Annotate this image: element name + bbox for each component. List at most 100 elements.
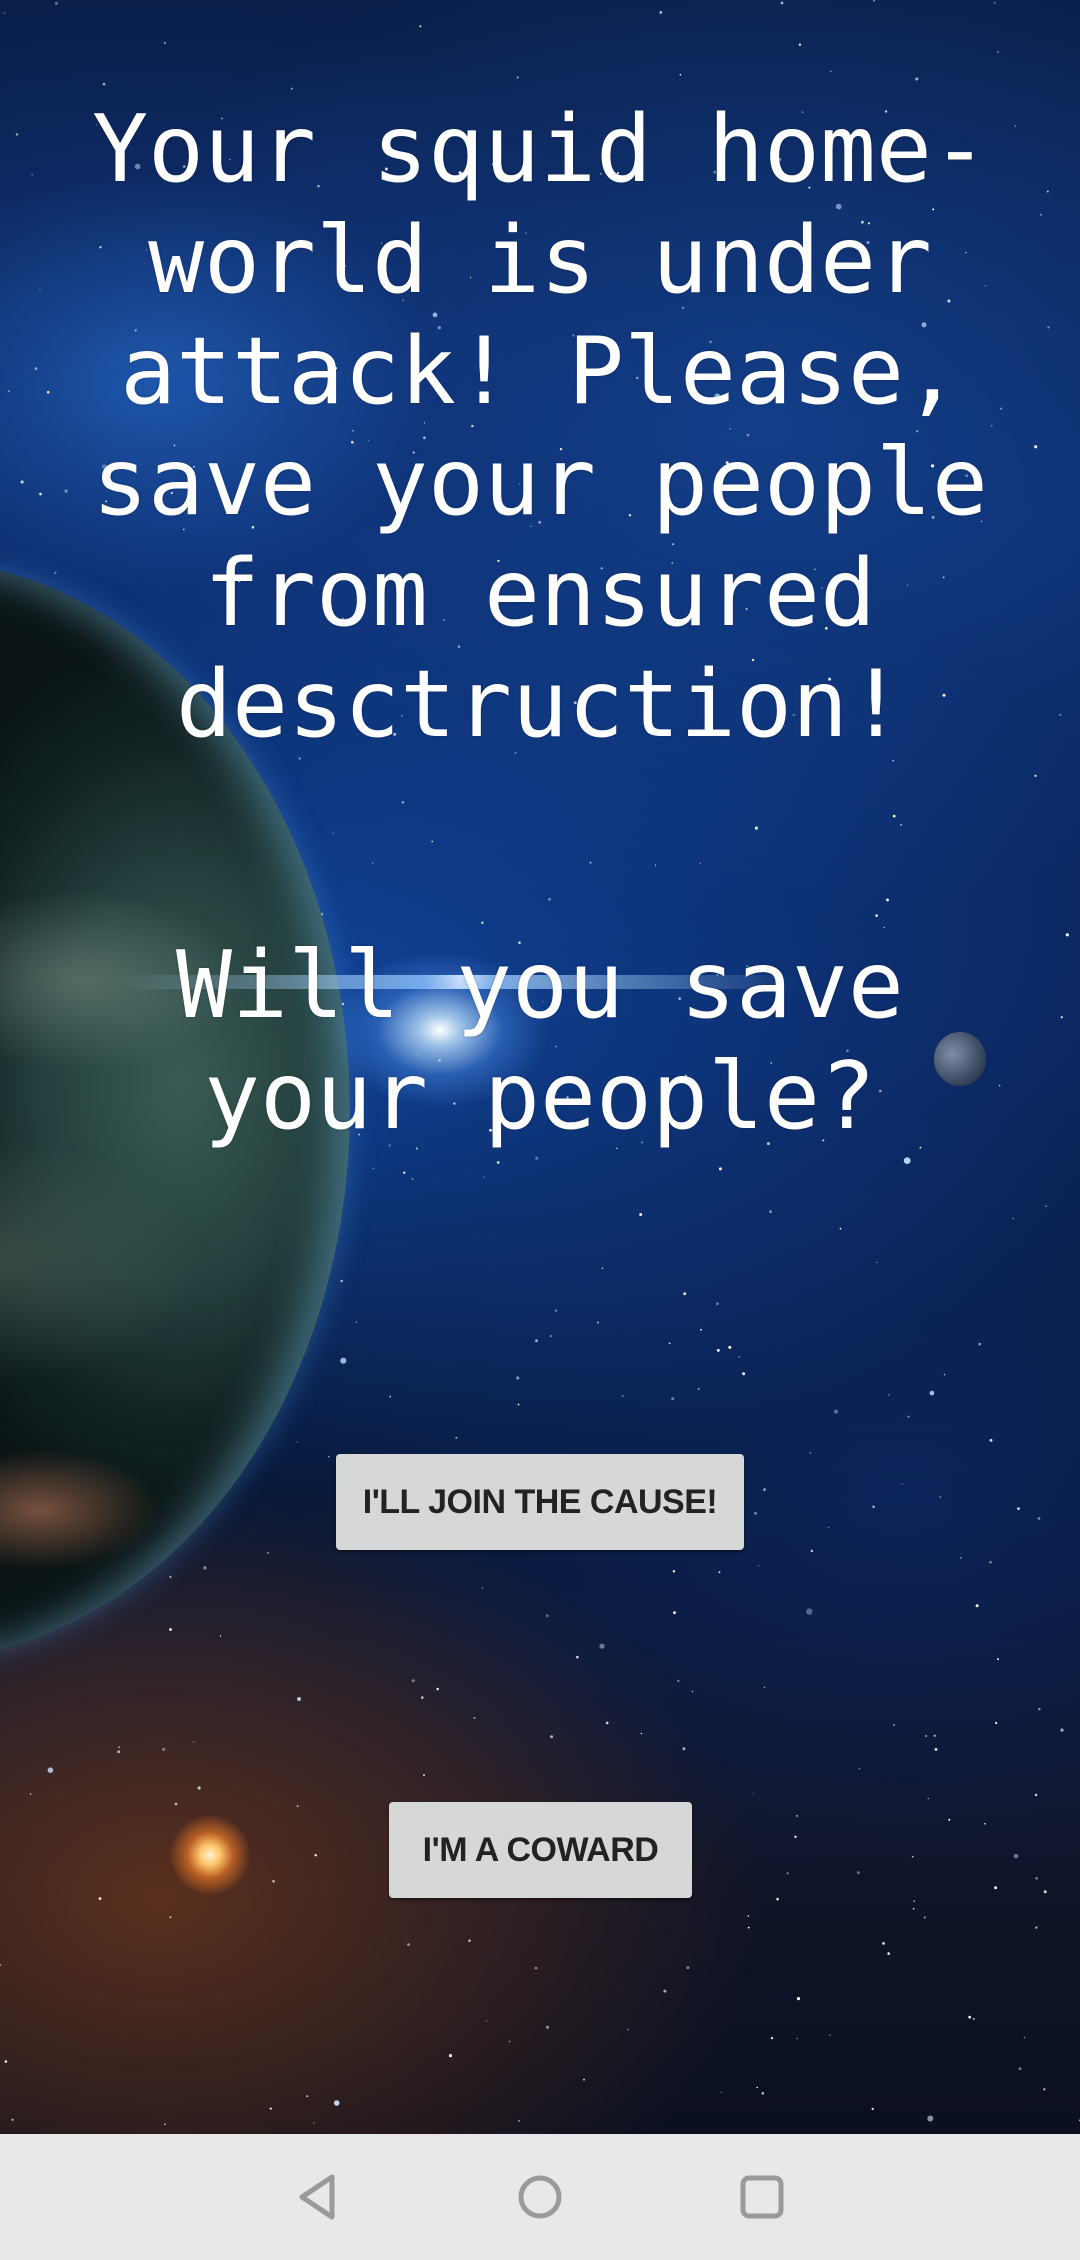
star — [996, 50, 1000, 54]
star — [118, 1746, 121, 1749]
star — [882, 1942, 885, 1945]
star — [267, 1551, 270, 1554]
star — [1035, 1876, 1038, 1880]
star — [1018, 2067, 1022, 2071]
star — [627, 2028, 629, 2031]
star — [758, 1564, 760, 1567]
star — [829, 2034, 831, 2036]
star — [411, 1679, 415, 1683]
star — [911, 1855, 914, 1858]
star — [682, 1747, 686, 1751]
star — [887, 1952, 890, 1955]
star — [389, 1395, 392, 1398]
star — [796, 1814, 798, 1817]
star — [333, 2100, 340, 2106]
star — [15, 133, 19, 136]
star — [640, 1732, 643, 1735]
star — [371, 862, 374, 864]
star — [876, 1261, 878, 1264]
star — [599, 1643, 605, 1649]
star — [517, 1403, 520, 1406]
star — [1035, 1926, 1038, 1929]
star — [671, 1397, 675, 1401]
star — [747, 1926, 750, 1929]
star — [589, 861, 592, 864]
star — [810, 1549, 813, 1553]
star — [1060, 1728, 1064, 1732]
star — [597, 1321, 599, 1324]
star — [436, 1687, 440, 1691]
star — [272, 1879, 275, 1883]
star — [796, 1997, 801, 2001]
star — [677, 1679, 680, 1683]
distant-sun — [170, 1815, 250, 1895]
star — [117, 1750, 121, 1754]
star — [164, 2123, 166, 2126]
star — [780, 1, 784, 5]
star — [290, 87, 293, 90]
star — [340, 1279, 343, 1283]
star — [313, 2122, 315, 2124]
star — [639, 1213, 643, 1216]
join-cause-button[interactable]: I'LL JOIN THE CAUSE! — [336, 1454, 744, 1550]
star — [485, 2020, 488, 2022]
star — [535, 1339, 538, 1343]
star — [934, 1748, 938, 1751]
game-screen: Your squid home-world is under attack! P… — [0, 0, 1080, 2260]
star — [197, 1786, 201, 1790]
star — [516, 1376, 520, 1380]
question-message: Will you save your people? — [176, 931, 904, 1150]
star — [858, 1767, 861, 1770]
star — [1060, 1016, 1063, 1019]
star — [994, 1886, 998, 1890]
star — [968, 2015, 972, 2019]
star — [401, 800, 405, 804]
star — [403, 1171, 406, 1174]
coward-button[interactable]: I'M A COWARD — [389, 1802, 692, 1898]
home-icon[interactable] — [490, 2147, 590, 2247]
star — [887, 1394, 890, 1396]
recents-icon[interactable] — [712, 2147, 812, 2247]
star — [407, 1943, 410, 1946]
star — [431, 840, 434, 843]
star — [718, 1167, 722, 1171]
star — [1047, 326, 1050, 329]
star — [871, 2107, 874, 2111]
star — [738, 1356, 741, 1358]
star — [959, 1556, 962, 1559]
star — [219, 1635, 222, 1637]
star — [102, 82, 106, 86]
star — [929, 1390, 935, 1396]
star — [943, 1373, 946, 1376]
star — [923, 1916, 926, 1919]
star — [481, 921, 484, 924]
star — [1034, 1793, 1038, 1797]
star — [892, 814, 896, 818]
star — [583, 2078, 585, 2081]
star — [1045, 1205, 1048, 1208]
star — [756, 2086, 758, 2089]
star — [903, 1157, 911, 1164]
star — [742, 1372, 746, 1376]
star — [933, 1734, 936, 1738]
star — [601, 1267, 604, 1270]
star — [668, 1342, 671, 1345]
star — [839, 1227, 842, 1230]
star — [496, 1161, 500, 1164]
star — [98, 1897, 102, 1901]
star — [691, 1690, 694, 1693]
star — [31, 174, 33, 176]
star — [548, 897, 551, 901]
star — [798, 43, 802, 46]
star — [776, 1897, 779, 1901]
back-icon[interactable] — [270, 2147, 370, 2247]
star — [4, 2060, 8, 2063]
intro-message: Your squid home-world is under attack! P… — [92, 95, 988, 758]
star — [554, 1309, 558, 1312]
star — [989, 1560, 992, 1564]
star — [893, 1724, 895, 1726]
star — [901, 1483, 903, 1485]
star — [297, 1697, 301, 1701]
star — [455, 1436, 458, 1439]
star — [699, 862, 702, 864]
